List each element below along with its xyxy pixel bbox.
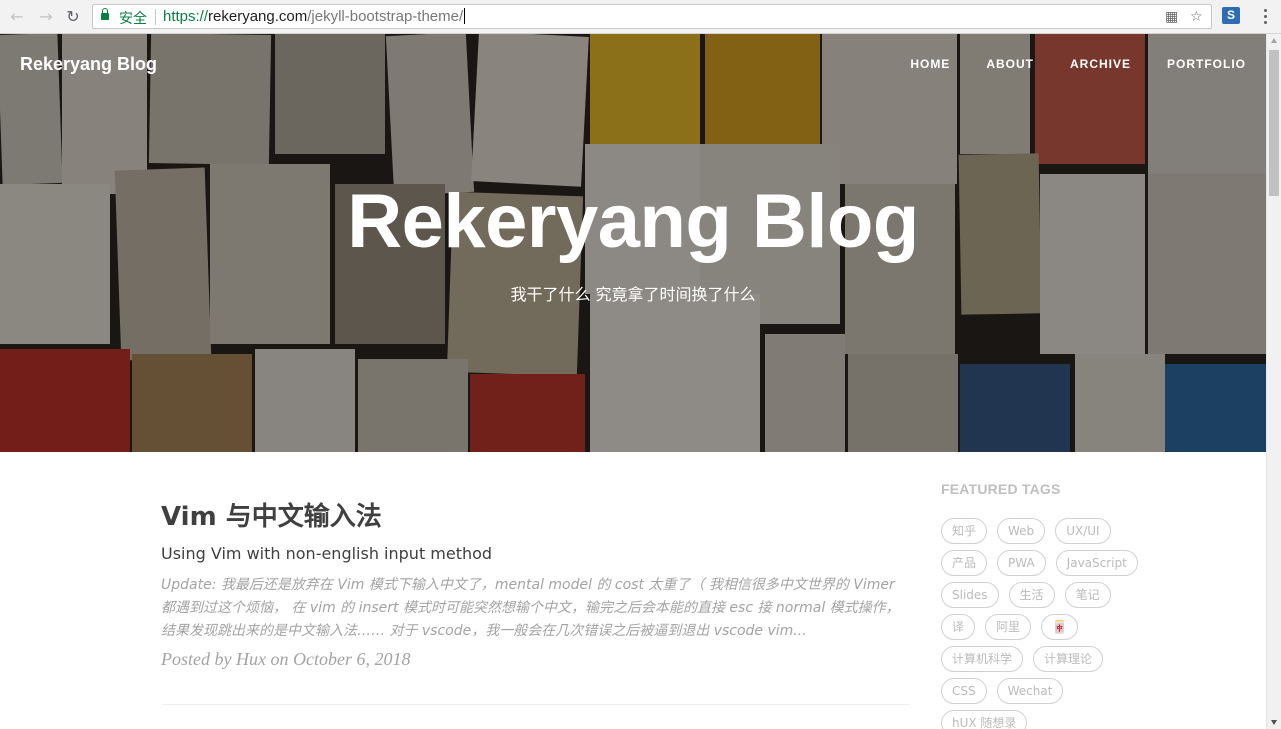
tag-link[interactable]: Web [997,518,1046,544]
nav-about-link[interactable]: ABOUT [986,57,1034,71]
browser-toolbar: ← → ↻ 安全 https://rekeryang.com/jekyll-bo… [0,0,1281,34]
tag-link[interactable]: 译 [941,614,976,640]
nav-home-link[interactable]: HOME [910,57,950,71]
translate-icon[interactable]: ▦ [1165,9,1178,25]
tag-link[interactable]: UX/UI [1055,518,1111,544]
tag-link[interactable]: 计算理论 [1033,646,1104,672]
tag-link[interactable]: 生活 [1008,582,1055,608]
forward-icon[interactable]: → [35,5,57,27]
nav-portfolio-link[interactable]: PORTFOLIO [1167,57,1246,71]
url-scheme: https:// [163,8,209,25]
page-scrollbar[interactable] [1266,34,1281,729]
tag-cloud: 知乎 Web UX/UI 产品 PWA JavaScript Slides 生活… [941,518,1161,729]
post-excerpt: Update: 我最后还是放弃在 Vim 模式下输入中文了，mental mod… [161,577,900,639]
post-divider [161,704,911,705]
tag-link[interactable]: 阿里 [985,614,1032,640]
post-meta: Posted by Hux on October 6, 2018 [161,649,411,669]
browser-menu-icon[interactable] [1258,6,1272,26]
tag-link[interactable]: JavaScript [1055,550,1138,576]
secure-label: 安全 [119,11,147,27]
tag-link[interactable]: 🀄 [1041,614,1078,640]
url-domain: rekeryang.com [208,8,308,25]
scroll-up-icon[interactable] [1271,38,1277,43]
top-navigation: HOME ABOUT ARCHIVE PORTFOLIO [874,57,1246,71]
hero-subtitle: 我干了什么 究竟拿了时间换了什么 [510,285,756,304]
hero-title: Rekeryang Blog [347,179,919,264]
tag-link[interactable]: CSS [941,678,987,704]
back-icon[interactable]: ← [6,5,28,27]
featured-tags-heading: FEATURED TAGS [941,481,1061,497]
scroll-down-icon[interactable] [1271,720,1277,725]
url-path: /jekyll-bootstrap-theme/ [307,8,464,25]
page-viewport: Rekeryang Blog HOME ABOUT ARCHIVE PORTFO… [0,34,1266,729]
omnibox-separator [155,9,156,25]
tag-link[interactable]: Wechat [996,678,1064,704]
tag-link[interactable]: Slides [941,582,999,608]
post-subtitle: Using Vim with non-english input method [161,544,493,563]
tag-link[interactable]: PWA [997,550,1046,576]
address-bar[interactable]: 安全 https://rekeryang.com/jekyll-bootstra… [92,4,1212,29]
scrollbar-thumb[interactable] [1269,50,1279,196]
tag-link[interactable]: 笔记 [1064,582,1111,608]
tag-link[interactable]: 计算机科学 [941,646,1024,672]
extension-icon[interactable]: S [1222,7,1240,24]
tag-link[interactable]: 知乎 [941,518,988,544]
hero-header: Rekeryang Blog HOME ABOUT ARCHIVE PORTFO… [0,34,1266,452]
nav-archive-link[interactable]: ARCHIVE [1070,57,1131,71]
url-text[interactable]: https://rekeryang.com/jekyll-bootstrap-t… [163,8,466,25]
site-brand-link[interactable]: Rekeryang Blog [20,54,157,75]
post-preview[interactable]: Vim 与中文输入法 Using Vim with non-english in… [161,500,911,670]
bookmark-star-icon[interactable]: ☆ [1190,9,1203,25]
reload-icon[interactable]: ↻ [62,5,84,27]
featured-tags-sidebar: FEATURED TAGS 知乎 Web UX/UI 产品 PWA JavaSc… [941,481,1161,729]
lock-icon [101,8,109,21]
text-caret [464,8,466,24]
tag-link[interactable]: 产品 [941,550,988,576]
post-title-link[interactable]: Vim 与中文输入法 [161,500,911,534]
tag-link[interactable]: hUX 随想录 [941,710,1028,729]
